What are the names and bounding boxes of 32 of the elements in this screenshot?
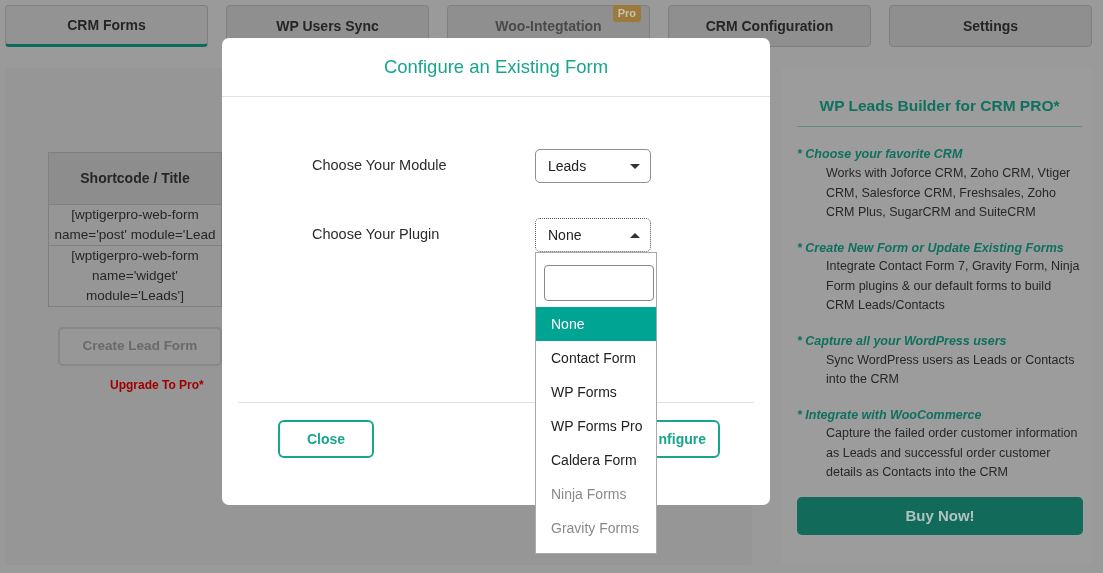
table-cell: [wptigerpro-web-form name='post' module='Lead xyxy=(48,204,222,246)
pro-badge: Pro xyxy=(612,5,641,22)
dropdown-option[interactable]: WP Forms xyxy=(536,375,656,409)
select-field[interactable]: None xyxy=(535,218,651,252)
feature-heading: * Create New Form or Update Existing Forms xyxy=(797,239,1065,257)
tab[interactable]: CRM Forms xyxy=(5,5,208,47)
dropdown-option[interactable]: Caldera Form xyxy=(536,443,656,477)
feature-text: Integrate Contact Form 7, Gravity Form, Ninja Form plugins & our default forms to build CRM Leads/Contacts xyxy=(825,258,1081,315)
field-label: Choose Your Plugin xyxy=(311,225,441,244)
dropdown-option[interactable]: None xyxy=(536,307,656,341)
field-label: Choose Your Module xyxy=(311,156,448,175)
column-header: Shortcode / Title xyxy=(48,152,222,205)
dropdown-option[interactable]: Contact Form xyxy=(536,341,656,375)
caret-icon xyxy=(630,163,640,169)
tab[interactable]: Settings xyxy=(889,5,1092,47)
feature-heading: * Choose your favorite CRM xyxy=(797,146,964,164)
promo-title: WP Leads Builder for CRM PRO* xyxy=(797,94,1082,128)
close-button[interactable]: Close xyxy=(278,420,374,458)
caret-icon xyxy=(630,232,640,238)
feature-heading: * Integrate with WooCommerce xyxy=(797,406,983,424)
upgrade-link[interactable]: Upgrade To Pro* xyxy=(110,378,204,392)
tab[interactable]: CRM Configuration xyxy=(668,5,871,47)
feature-text: Works with Joforce CRM, Zoho CRM, Vtiger CRM, Salesforce CRM, Freshsales, Zoho CRM Plus, SugarCRM and SuiteCRM xyxy=(825,165,1072,221)
search-field[interactable] xyxy=(544,265,654,301)
feature-heading: * Capture all your WordPress users xyxy=(797,332,1008,350)
table-cell: [wptigerpro-web-form name='widget' module='Leads'] xyxy=(48,245,222,307)
select-field[interactable]: Leads xyxy=(535,149,651,183)
feature-text: Sync WordPress users as Leads or Contacts into the CRM xyxy=(825,351,1076,388)
modal-title: Configure an Existing Form xyxy=(222,38,770,97)
dropdown-option[interactable]: WP Forms Pro xyxy=(536,409,656,443)
buy-now-button[interactable]: Buy Now! xyxy=(797,496,1083,535)
feature-text: Capture the failed order customer information as Leads and successful order customer details as Contacts into the CRM xyxy=(825,425,1079,482)
